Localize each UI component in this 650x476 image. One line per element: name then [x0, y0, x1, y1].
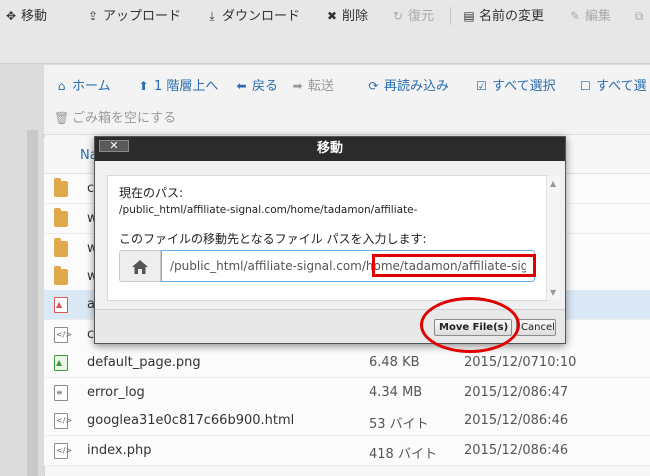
path-home-button[interactable] — [119, 250, 161, 282]
file-row[interactable]: </> index.php 418 バイト 2015/12/086:46 — [44, 436, 650, 466]
nav-deselect-all-button[interactable]: ☐ すべて選 — [578, 77, 646, 95]
nav-home-button[interactable]: ⌂ ホーム — [54, 77, 111, 95]
move-icon: ✥ — [5, 9, 17, 23]
toolbar-rename-button[interactable]: ▤ 名前の変更 — [462, 7, 544, 25]
dialog-close-button[interactable]: ✕ — [99, 140, 129, 152]
home-icon: ⌂ — [57, 79, 66, 93]
code-file-icon: </> — [54, 443, 72, 459]
scroll-down-icon[interactable]: ▼ — [550, 288, 556, 297]
dialog-body: 現在のパス: /public_html/affiliate-signal.com… — [107, 175, 560, 301]
reload-icon: ⟳ — [368, 79, 379, 93]
dialog-footer: Move File(s) Cancel — [95, 309, 565, 343]
toolbar-download-button[interactable]: ⤓ ダウンロード — [205, 7, 300, 25]
destination-label: このファイルの移動先となるファイル パスを入力します: — [119, 232, 427, 246]
destination-path-group — [119, 250, 536, 282]
toolbar-edit-button[interactable]: ✎ 編集 — [568, 7, 611, 25]
toolbar-divider — [450, 7, 451, 25]
dialog-scrollbar[interactable]: ▲ ▼ — [546, 176, 560, 300]
edit-icon: ✎ — [569, 9, 581, 23]
file-row[interactable]: ≡ error_log 4.34 MB 2015/12/086:47 — [44, 378, 650, 408]
file-row[interactable]: </> googlea31e0c817c66b900.html 53 バイト 2… — [44, 406, 650, 436]
rename-icon: ▤ — [463, 9, 475, 23]
level-up-icon: ⬆ — [138, 79, 149, 93]
current-path-value: /public_html/affiliate-signal.com/home/t… — [119, 204, 418, 216]
image-file-icon: ▲ — [54, 355, 68, 371]
restore-icon: ↻ — [392, 9, 404, 23]
toolbar-delete-button[interactable]: ✖ 削除 — [325, 7, 368, 25]
file-row[interactable]: ▲ default_page.png 6.48 KB 2015/12/0710:… — [44, 348, 650, 378]
nav-reload-button[interactable]: ⟳ 再読み込み — [366, 77, 449, 95]
nav-back-button[interactable]: ⬅ 戻る — [234, 77, 278, 95]
overflow-icon: ⧉ — [634, 9, 644, 23]
toolbar-move-button[interactable]: ✥ 移動 — [4, 7, 47, 25]
nav-select-all-button[interactable]: ☑ すべて選択 — [474, 77, 555, 95]
trash-icon: 🗑 — [54, 111, 70, 125]
destination-path-input[interactable] — [161, 250, 535, 282]
left-scroll-strip[interactable] — [27, 130, 38, 476]
toolbar-restore-button[interactable]: ↻ 復元 — [391, 7, 434, 25]
folder-icon — [54, 266, 68, 285]
check-icon: ☑ — [476, 79, 487, 93]
square-icon: ☐ — [580, 79, 591, 93]
code-file-icon: </> — [54, 327, 72, 343]
navigation-bar: ⌂ ホーム ⬆ 1 階層上へ ⬅ 戻る ➡ 転送 ⟳ 再読み込み ☑ すべて選択 ☐ すべて選… — [44, 65, 650, 135]
folder-icon — [54, 178, 68, 197]
empty-trash-button[interactable]: 🗑 ごみ箱を空にする — [54, 109, 176, 127]
nav-forward-button[interactable]: ➡ 転送 — [290, 77, 334, 95]
toolbar-upload-button[interactable]: ⇪ アップロード — [86, 7, 181, 25]
code-file-icon: </> — [54, 413, 72, 429]
pdf-file-icon: ▲ — [54, 297, 68, 313]
current-path-label: 現在のパス: — [119, 186, 184, 200]
main-toolbar: ✥ 移動 ⇪ アップロード ⤓ ダウンロード ✖ 削除 ↻ 復元 ▤ 名前の変更 ✎ 編集 ⧉ — [0, 0, 650, 64]
download-icon: ⤓ — [209, 9, 215, 23]
folder-icon — [54, 238, 68, 257]
move-files-button[interactable]: Move File(s) — [434, 319, 512, 336]
delete-icon: ✖ — [326, 9, 338, 23]
scroll-up-icon[interactable]: ▲ — [550, 179, 556, 188]
nav-level-up-button[interactable]: ⬆ 1 階層上へ — [136, 77, 218, 95]
forward-icon: ➡ — [292, 79, 303, 93]
back-icon: ⬅ — [236, 79, 247, 93]
upload-icon: ⇪ — [87, 9, 99, 23]
folder-icon — [54, 208, 68, 227]
cancel-button[interactable]: Cancel — [516, 319, 556, 336]
dialog-title: 移動 — [95, 137, 565, 161]
move-dialog: 移動 ✕ 現在のパス: /public_html/affiliate-signa… — [94, 136, 566, 344]
home-icon — [132, 260, 148, 274]
toolbar-overflow-button[interactable]: ⧉ — [632, 7, 649, 25]
text-file-icon: ≡ — [54, 385, 68, 401]
